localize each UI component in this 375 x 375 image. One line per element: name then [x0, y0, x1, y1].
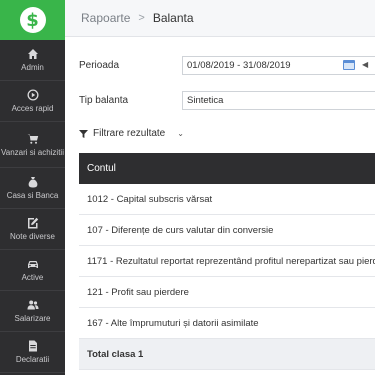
sidebar-item-label: Admin	[21, 63, 44, 72]
edit-document-icon	[27, 217, 38, 229]
sidebar-item-label: Salarizare	[14, 314, 51, 323]
prev-period-icon[interactable]: ◀	[362, 60, 368, 69]
breadcrumb: Rapoarte > Balanta	[65, 0, 375, 37]
sidebar: $ Admin Acces rapid Vanzari si achizitii…	[0, 0, 65, 375]
car-icon	[27, 261, 38, 268]
account-cell: 107 - Diferențe de curs valutar din conv…	[87, 224, 274, 236]
balance-type-select[interactable]: Sintetica	[182, 91, 375, 110]
sidebar-item-label: Note diverse	[10, 232, 55, 241]
sidebar-item-label: Acces rapid	[11, 104, 54, 113]
sidebar-item-active[interactable]: Active	[0, 250, 65, 291]
account-cell: 121 - Profit sau pierdere	[87, 286, 189, 298]
sidebar-item-label: Casa si Banca	[6, 191, 59, 200]
total-cell: Total clasa 1	[87, 348, 144, 360]
sidebar-item-declaratii[interactable]: Declaratii	[0, 332, 65, 373]
sidebar-item-salarizare[interactable]: Salarizare	[0, 291, 65, 332]
filter-results-toggle[interactable]: Filtrare rezultate ⌄	[79, 128, 184, 139]
breadcrumb-separator: >	[138, 12, 145, 24]
users-icon	[27, 300, 38, 310]
dollar-logo-icon: $	[19, 7, 46, 33]
account-cell: 167 - Alte împrumuturi și datorii asimil…	[87, 317, 259, 329]
sidebar-nav: Admin Acces rapid Vanzari si achizitii C…	[0, 40, 65, 373]
sidebar-item-casa-banca[interactable]: Casa si Banca	[0, 168, 65, 209]
filter-icon	[79, 129, 88, 138]
table-header: Contul	[79, 153, 375, 184]
home-icon	[27, 49, 38, 59]
shopping-cart-icon	[27, 133, 38, 144]
page-title: Balanta	[152, 11, 194, 25]
sidebar-item-label: Declaratii	[15, 355, 50, 364]
play-circle-icon	[27, 89, 38, 101]
table-row[interactable]: 121 - Profit sau pierdere	[79, 277, 375, 308]
total-row: Total clasa 1	[79, 339, 375, 370]
account-cell: 1171 - Rezultatul reportat reprezentând …	[87, 255, 375, 267]
table-row[interactable]: 167 - Alte împrumuturi și datorii asimil…	[79, 308, 375, 339]
calendar-icon[interactable]	[343, 60, 355, 70]
column-header-contul[interactable]: Contul	[87, 163, 116, 174]
money-bag-icon	[28, 177, 37, 188]
app-logo[interactable]: $	[0, 0, 65, 40]
table-row[interactable]: 107 - Diferențe de curs valutar din conv…	[79, 215, 375, 246]
table-row[interactable]: 1171 - Rezultatul reportat reprezentând …	[79, 246, 375, 277]
account-cell: 1012 - Capital subscris vărsat	[87, 193, 213, 205]
sidebar-item-label: Active	[21, 273, 44, 282]
filter-results-label: Filtrare rezultate	[93, 128, 166, 139]
document-icon	[28, 340, 37, 352]
sidebar-item-note-diverse[interactable]: Note diverse	[0, 209, 65, 250]
sidebar-item-acces-rapid[interactable]: Acces rapid	[0, 81, 65, 122]
sidebar-item-vanzari-achizitii[interactable]: Vanzari si achizitii	[0, 122, 65, 168]
sidebar-item-admin[interactable]: Admin	[0, 40, 65, 81]
balance-table: Contul 1012 - Capital subscris vărsat 10…	[79, 153, 375, 370]
sidebar-item-label: Vanzari si achizitii	[1, 147, 64, 157]
period-label: Perioada	[79, 60, 120, 71]
balance-type-label: Tip balanta	[79, 95, 129, 106]
chevron-down-icon: ⌄	[177, 129, 184, 138]
breadcrumb-rapoarte-link[interactable]: Rapoarte	[81, 11, 130, 25]
table-row[interactable]: 1012 - Capital subscris vărsat	[79, 184, 375, 215]
